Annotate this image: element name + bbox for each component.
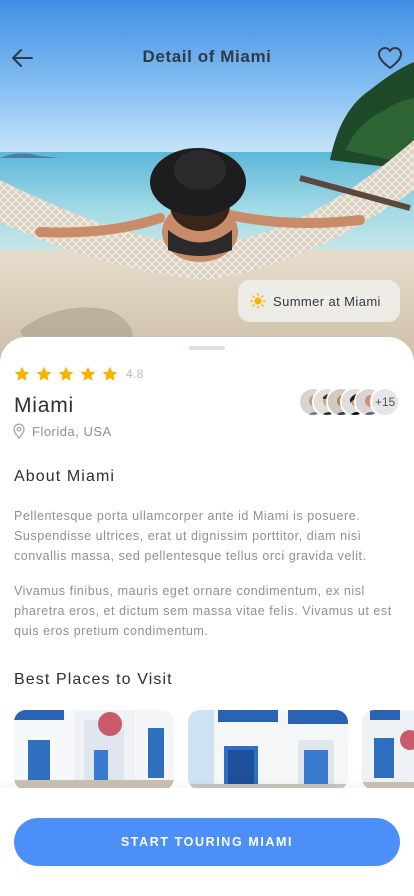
- star-icon: [58, 366, 74, 381]
- about-paragraph-2: Vivamus finibus, mauris eget ornare cond…: [14, 584, 392, 638]
- bottom-action-bar: START TOURING MIAMI: [0, 788, 414, 896]
- star-icon: [102, 366, 118, 381]
- season-chip: Summer at Miami: [238, 280, 400, 322]
- more-visitors-badge[interactable]: +15: [370, 387, 400, 417]
- place-card[interactable]: [14, 710, 174, 790]
- star-icon: [14, 366, 30, 381]
- sun-icon: [250, 293, 266, 309]
- places-carousel[interactable]: [14, 710, 414, 790]
- about-paragraph-1: Pellentesque porta ullamcorper ante id M…: [14, 509, 367, 563]
- favorite-button[interactable]: [376, 44, 404, 72]
- places-title: Best Places to Visit: [14, 671, 173, 688]
- about-title: About Miami: [14, 468, 116, 485]
- start-touring-button[interactable]: START TOURING MIAMI: [14, 818, 400, 866]
- page-title: Detail of Miami: [142, 47, 272, 66]
- location-text: Florida, USA: [32, 423, 112, 439]
- destination-name: Miami: [14, 394, 74, 417]
- star-icon: [80, 366, 96, 381]
- location: Florida, USA: [12, 423, 112, 439]
- heart-icon: [378, 47, 402, 69]
- map-pin-icon: [13, 423, 25, 439]
- star-icon: [36, 366, 52, 381]
- rating-value: 4.8: [126, 367, 144, 381]
- sheet-grabber[interactable]: [189, 346, 225, 350]
- rating: 4.8: [14, 366, 144, 382]
- place-card[interactable]: [188, 710, 348, 790]
- place-card[interactable]: [362, 710, 414, 790]
- season-label: Summer at Miami: [273, 293, 381, 309]
- top-bar: Detail of Miami: [0, 0, 414, 116]
